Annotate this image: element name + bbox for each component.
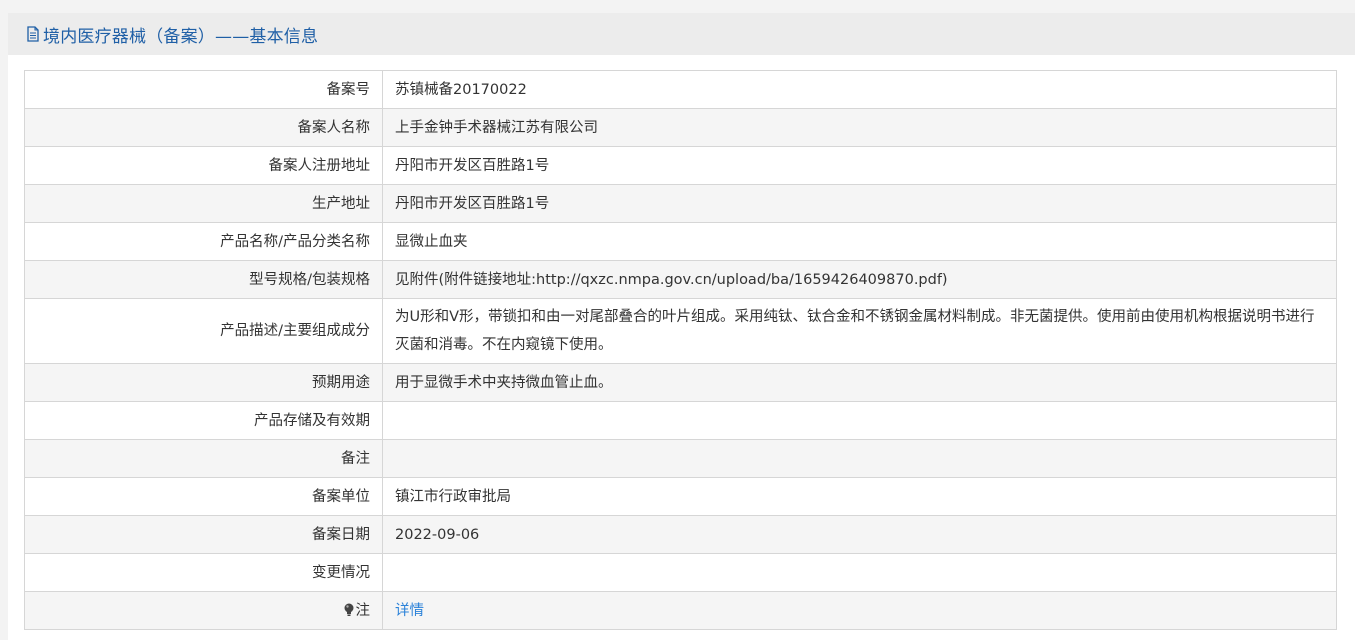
row-value: 苏镇械备20170022 [382,70,1337,109]
detail-page: 境内医疗器械（备案）——基本信息 备案号 苏镇械备20170022 备案人名称 … [8,13,1355,640]
row-value: 丹阳市开发区百胜路1号 [382,184,1337,223]
table-row: 产品名称/产品分类名称 显微止血夹 [24,222,1337,261]
row-label: 变更情况 [24,553,383,592]
table-row: 变更情况 [24,553,1337,592]
row-value: 用于显微手术中夹持微血管止血。 [382,363,1337,402]
row-label: 备案人注册地址 [24,146,383,185]
row-label: 备案日期 [24,515,383,554]
table-row: 备案日期 2022-09-06 [24,515,1337,554]
row-label: 产品描述/主要组成成分 [24,298,383,364]
row-value: 上手金钟手术器械江苏有限公司 [382,108,1337,147]
row-label: 备案号 [24,70,383,109]
row-label: 产品名称/产品分类名称 [24,222,383,261]
note-label-cell: 注 [24,591,383,630]
table-row: 备案人名称 上手金钟手术器械江苏有限公司 [24,108,1337,147]
row-value: 丹阳市开发区百胜路1号 [382,146,1337,185]
row-label: 备案人名称 [24,108,383,147]
row-value: 显微止血夹 [382,222,1337,261]
table-row: 注 详情 [24,591,1337,630]
row-label: 备注 [24,439,383,478]
row-value: 2022-09-06 [382,515,1337,554]
table-row: 产品描述/主要组成成分 为U形和V形，带锁扣和由一对尾部叠合的叶片组成。采用纯钛… [24,298,1337,364]
note-value-cell: 详情 [382,591,1337,630]
table-row: 备案单位 镇江市行政审批局 [24,477,1337,516]
table-row: 产品存储及有效期 [24,401,1337,440]
document-icon [26,26,40,42]
row-value [382,553,1337,592]
details-link[interactable]: 详情 [395,603,424,619]
row-value [382,439,1337,478]
info-table-wrapper: 备案号 苏镇械备20170022 备案人名称 上手金钟手术器械江苏有限公司 备案… [24,70,1337,630]
table-row: 型号规格/包装规格 见附件(附件链接地址:http://qxzc.nmpa.go… [24,260,1337,299]
page-header: 境内医疗器械（备案）——基本信息 [8,13,1355,55]
lightbulb-icon [343,599,355,616]
table-row: 备案人注册地址 丹阳市开发区百胜路1号 [24,146,1337,185]
table-row: 备注 [24,439,1337,478]
table-row: 备案号 苏镇械备20170022 [24,70,1337,109]
row-value: 镇江市行政审批局 [382,477,1337,516]
row-value [382,401,1337,440]
row-label: 产品存储及有效期 [24,401,383,440]
row-value: 为U形和V形，带锁扣和由一对尾部叠合的叶片组成。采用纯钛、钛合金和不锈钢金属材料… [382,298,1337,364]
row-label: 预期用途 [24,363,383,402]
row-label: 注 [355,602,371,619]
row-label: 型号规格/包装规格 [24,260,383,299]
page-title: 境内医疗器械（备案）——基本信息 [43,26,319,47]
row-value: 见附件(附件链接地址:http://qxzc.nmpa.gov.cn/uploa… [382,260,1337,299]
table-row: 生产地址 丹阳市开发区百胜路1号 [24,184,1337,223]
table-row: 预期用途 用于显微手术中夹持微血管止血。 [24,363,1337,402]
info-table: 备案号 苏镇械备20170022 备案人名称 上手金钟手术器械江苏有限公司 备案… [24,70,1337,630]
row-label: 备案单位 [24,477,383,516]
row-label: 生产地址 [24,184,383,223]
